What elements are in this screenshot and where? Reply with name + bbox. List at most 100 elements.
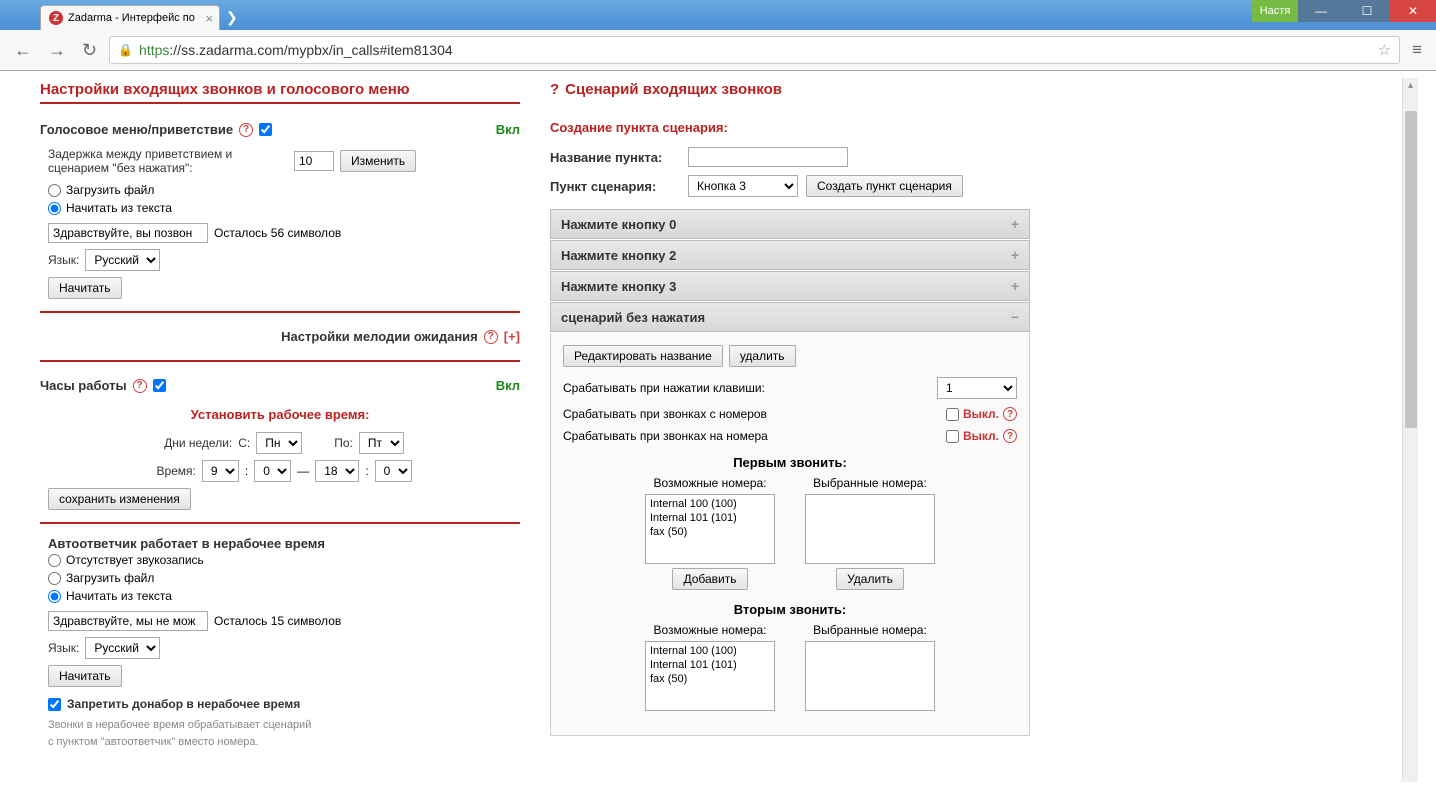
hold-music-header: Настройки мелодии ожидания ? [+] xyxy=(40,325,520,348)
voice-menu-toggle[interactable] xyxy=(259,123,272,136)
trigger-from-row: Срабатывать при звонках с номеров Выкл. … xyxy=(563,407,1017,421)
scrollbar[interactable]: ▴ xyxy=(1402,78,1418,782)
lang-row: Язык: Русский xyxy=(40,249,520,271)
new-tab-button[interactable]: ❯ xyxy=(220,5,244,30)
trigger-from-checkbox[interactable] xyxy=(946,408,959,421)
time-row: Время: 9 : 0 — 18 : 0 xyxy=(40,460,520,482)
lock-icon: 🔒 xyxy=(118,43,133,57)
accordion-no-press[interactable]: сценарий без нажатия− xyxy=(550,302,1030,332)
plus-icon: + xyxy=(1011,278,1019,294)
radio-tts2[interactable] xyxy=(48,590,61,603)
radio-upload[interactable] xyxy=(48,184,61,197)
back-button[interactable]: ← xyxy=(10,38,36,63)
forward-button[interactable]: → xyxy=(44,38,70,63)
right-title: ? Сценарий входящих звонков xyxy=(550,81,1030,102)
accordion-button-2[interactable]: Нажмите кнопку 2+ xyxy=(550,240,1030,270)
deny-note: Звонки в нерабочее время обрабатывает сц… xyxy=(40,717,520,750)
left-column: Настройки входящих звонков и голосового … xyxy=(40,81,520,801)
save-button[interactable]: сохранить изменения xyxy=(48,488,191,510)
trigger-to-row: Срабатывать при звонках на номера Выкл. … xyxy=(563,429,1017,443)
tab-bar: Z Zadarma - Интерфейс по × ❯ Настя — ☐ ✕ xyxy=(0,0,1436,30)
lang-select2[interactable]: Русский xyxy=(85,637,160,659)
radio-tts[interactable] xyxy=(48,202,61,215)
help-icon[interactable]: ? xyxy=(1003,429,1017,443)
accordion-button-3[interactable]: Нажмите кнопку 3+ xyxy=(550,271,1030,301)
point-row: Пункт сценария: Кнопка 3 Создать пункт с… xyxy=(550,175,1030,197)
possible-listbox-1[interactable]: Internal 100 (100) Internal 101 (101) fa… xyxy=(645,494,775,564)
radio-upload-row: Загрузить файл xyxy=(40,181,520,199)
url-bar[interactable]: 🔒 https://ss.zadarma.com/mypbx/in_calls#… xyxy=(109,36,1400,64)
help-icon[interactable]: ? xyxy=(1003,407,1017,421)
delay-input[interactable] xyxy=(294,151,334,171)
radio-tts-row: Начитать из текста xyxy=(40,199,520,217)
read-button[interactable]: Начитать xyxy=(48,277,122,299)
tts-input2[interactable] xyxy=(48,611,208,631)
right-column: ? Сценарий входящих звонков Создание пун… xyxy=(550,81,1030,801)
work-hours-header: Часы работы ? Вкл xyxy=(40,374,520,397)
answering-title: Автоответчик работает в нерабочее время xyxy=(40,536,520,551)
left-title: Настройки входящих звонков и голосового … xyxy=(40,81,520,104)
help-icon[interactable]: ? xyxy=(484,330,498,344)
name-row: Название пункта: xyxy=(550,147,1030,167)
hour-from-select[interactable]: 9 xyxy=(202,460,239,482)
scroll-up-arrow[interactable]: ▴ xyxy=(1403,78,1418,93)
create-point-button[interactable]: Создать пункт сценария xyxy=(806,175,963,197)
day-from-select[interactable]: Пн xyxy=(256,432,302,454)
close-icon[interactable]: × xyxy=(205,11,213,26)
point-select[interactable]: Кнопка 3 xyxy=(688,175,798,197)
radio-upload2[interactable] xyxy=(48,572,61,585)
site-icon: Z xyxy=(49,11,63,25)
trigger-key-select[interactable]: 1 xyxy=(937,377,1017,399)
tts-row: Осталось 56 символов xyxy=(40,223,520,243)
page-content: Настройки входящих звонков и голосового … xyxy=(0,71,1436,811)
help-icon[interactable]: ? xyxy=(239,123,253,137)
reload-button[interactable]: ↻ xyxy=(78,38,101,63)
name-input[interactable] xyxy=(688,147,848,167)
trigger-to-checkbox[interactable] xyxy=(946,430,959,443)
hour-to-select[interactable]: 18 xyxy=(315,460,359,482)
voice-menu-state: Вкл xyxy=(496,122,520,137)
selected-listbox-1[interactable] xyxy=(805,494,935,564)
window-controls: Настя — ☐ ✕ xyxy=(1252,0,1436,22)
maximize-button[interactable]: ☐ xyxy=(1344,0,1390,22)
delay-label: Задержка между приветствием и сценарием … xyxy=(48,147,288,175)
remove-button-1[interactable]: Удалить xyxy=(836,568,904,590)
read-button2[interactable]: Начитать xyxy=(48,665,122,687)
help-icon[interactable]: ? xyxy=(133,379,147,393)
work-hours-state: Вкл xyxy=(496,378,520,393)
set-time-label: Установить рабочее время: xyxy=(40,403,520,426)
tts-input[interactable] xyxy=(48,223,208,243)
scroll-thumb[interactable] xyxy=(1405,111,1417,428)
menu-icon[interactable]: ≡ xyxy=(1408,40,1426,60)
url-text: https://ss.zadarma.com/mypbx/in_calls#it… xyxy=(139,42,1378,58)
chars-left2: Осталось 15 символов xyxy=(214,614,341,628)
browser-tab[interactable]: Z Zadarma - Интерфейс по × xyxy=(40,5,220,30)
help-icon[interactable]: ? xyxy=(550,81,559,98)
first-call-picker: Первым звонить: Возможные номера: Intern… xyxy=(563,455,1017,590)
edit-name-button[interactable]: Редактировать название xyxy=(563,345,723,367)
minus-icon: − xyxy=(1011,309,1019,325)
divider xyxy=(40,311,520,313)
bookmark-icon[interactable]: ☆ xyxy=(1378,41,1391,59)
change-button[interactable]: Изменить xyxy=(340,150,416,172)
toolbar: ← → ↻ 🔒 https://ss.zadarma.com/mypbx/in_… xyxy=(0,30,1436,70)
divider xyxy=(40,360,520,362)
minimize-button[interactable]: — xyxy=(1298,0,1344,22)
delete-button[interactable]: удалить xyxy=(729,345,796,367)
window-close-button[interactable]: ✕ xyxy=(1390,0,1436,22)
possible-listbox-2[interactable]: Internal 100 (100) Internal 101 (101) fa… xyxy=(645,641,775,711)
min-from-select[interactable]: 0 xyxy=(254,460,291,482)
expand-icon[interactable]: [+] xyxy=(504,329,520,344)
selected-listbox-2[interactable] xyxy=(805,641,935,711)
min-to-select[interactable]: 0 xyxy=(375,460,412,482)
add-button-1[interactable]: Добавить xyxy=(672,568,747,590)
tab-title: Zadarma - Интерфейс по xyxy=(68,12,195,24)
lang-select[interactable]: Русский xyxy=(85,249,160,271)
day-to-select[interactable]: Пт xyxy=(359,432,404,454)
voice-menu-header: Голосовое меню/приветствие ? Вкл xyxy=(40,118,520,141)
accordion-button-0[interactable]: Нажмите кнопку 0+ xyxy=(550,209,1030,239)
deny-checkbox[interactable] xyxy=(48,698,61,711)
work-hours-toggle[interactable] xyxy=(153,379,166,392)
radio-none[interactable] xyxy=(48,554,61,567)
user-badge[interactable]: Настя xyxy=(1252,0,1298,22)
